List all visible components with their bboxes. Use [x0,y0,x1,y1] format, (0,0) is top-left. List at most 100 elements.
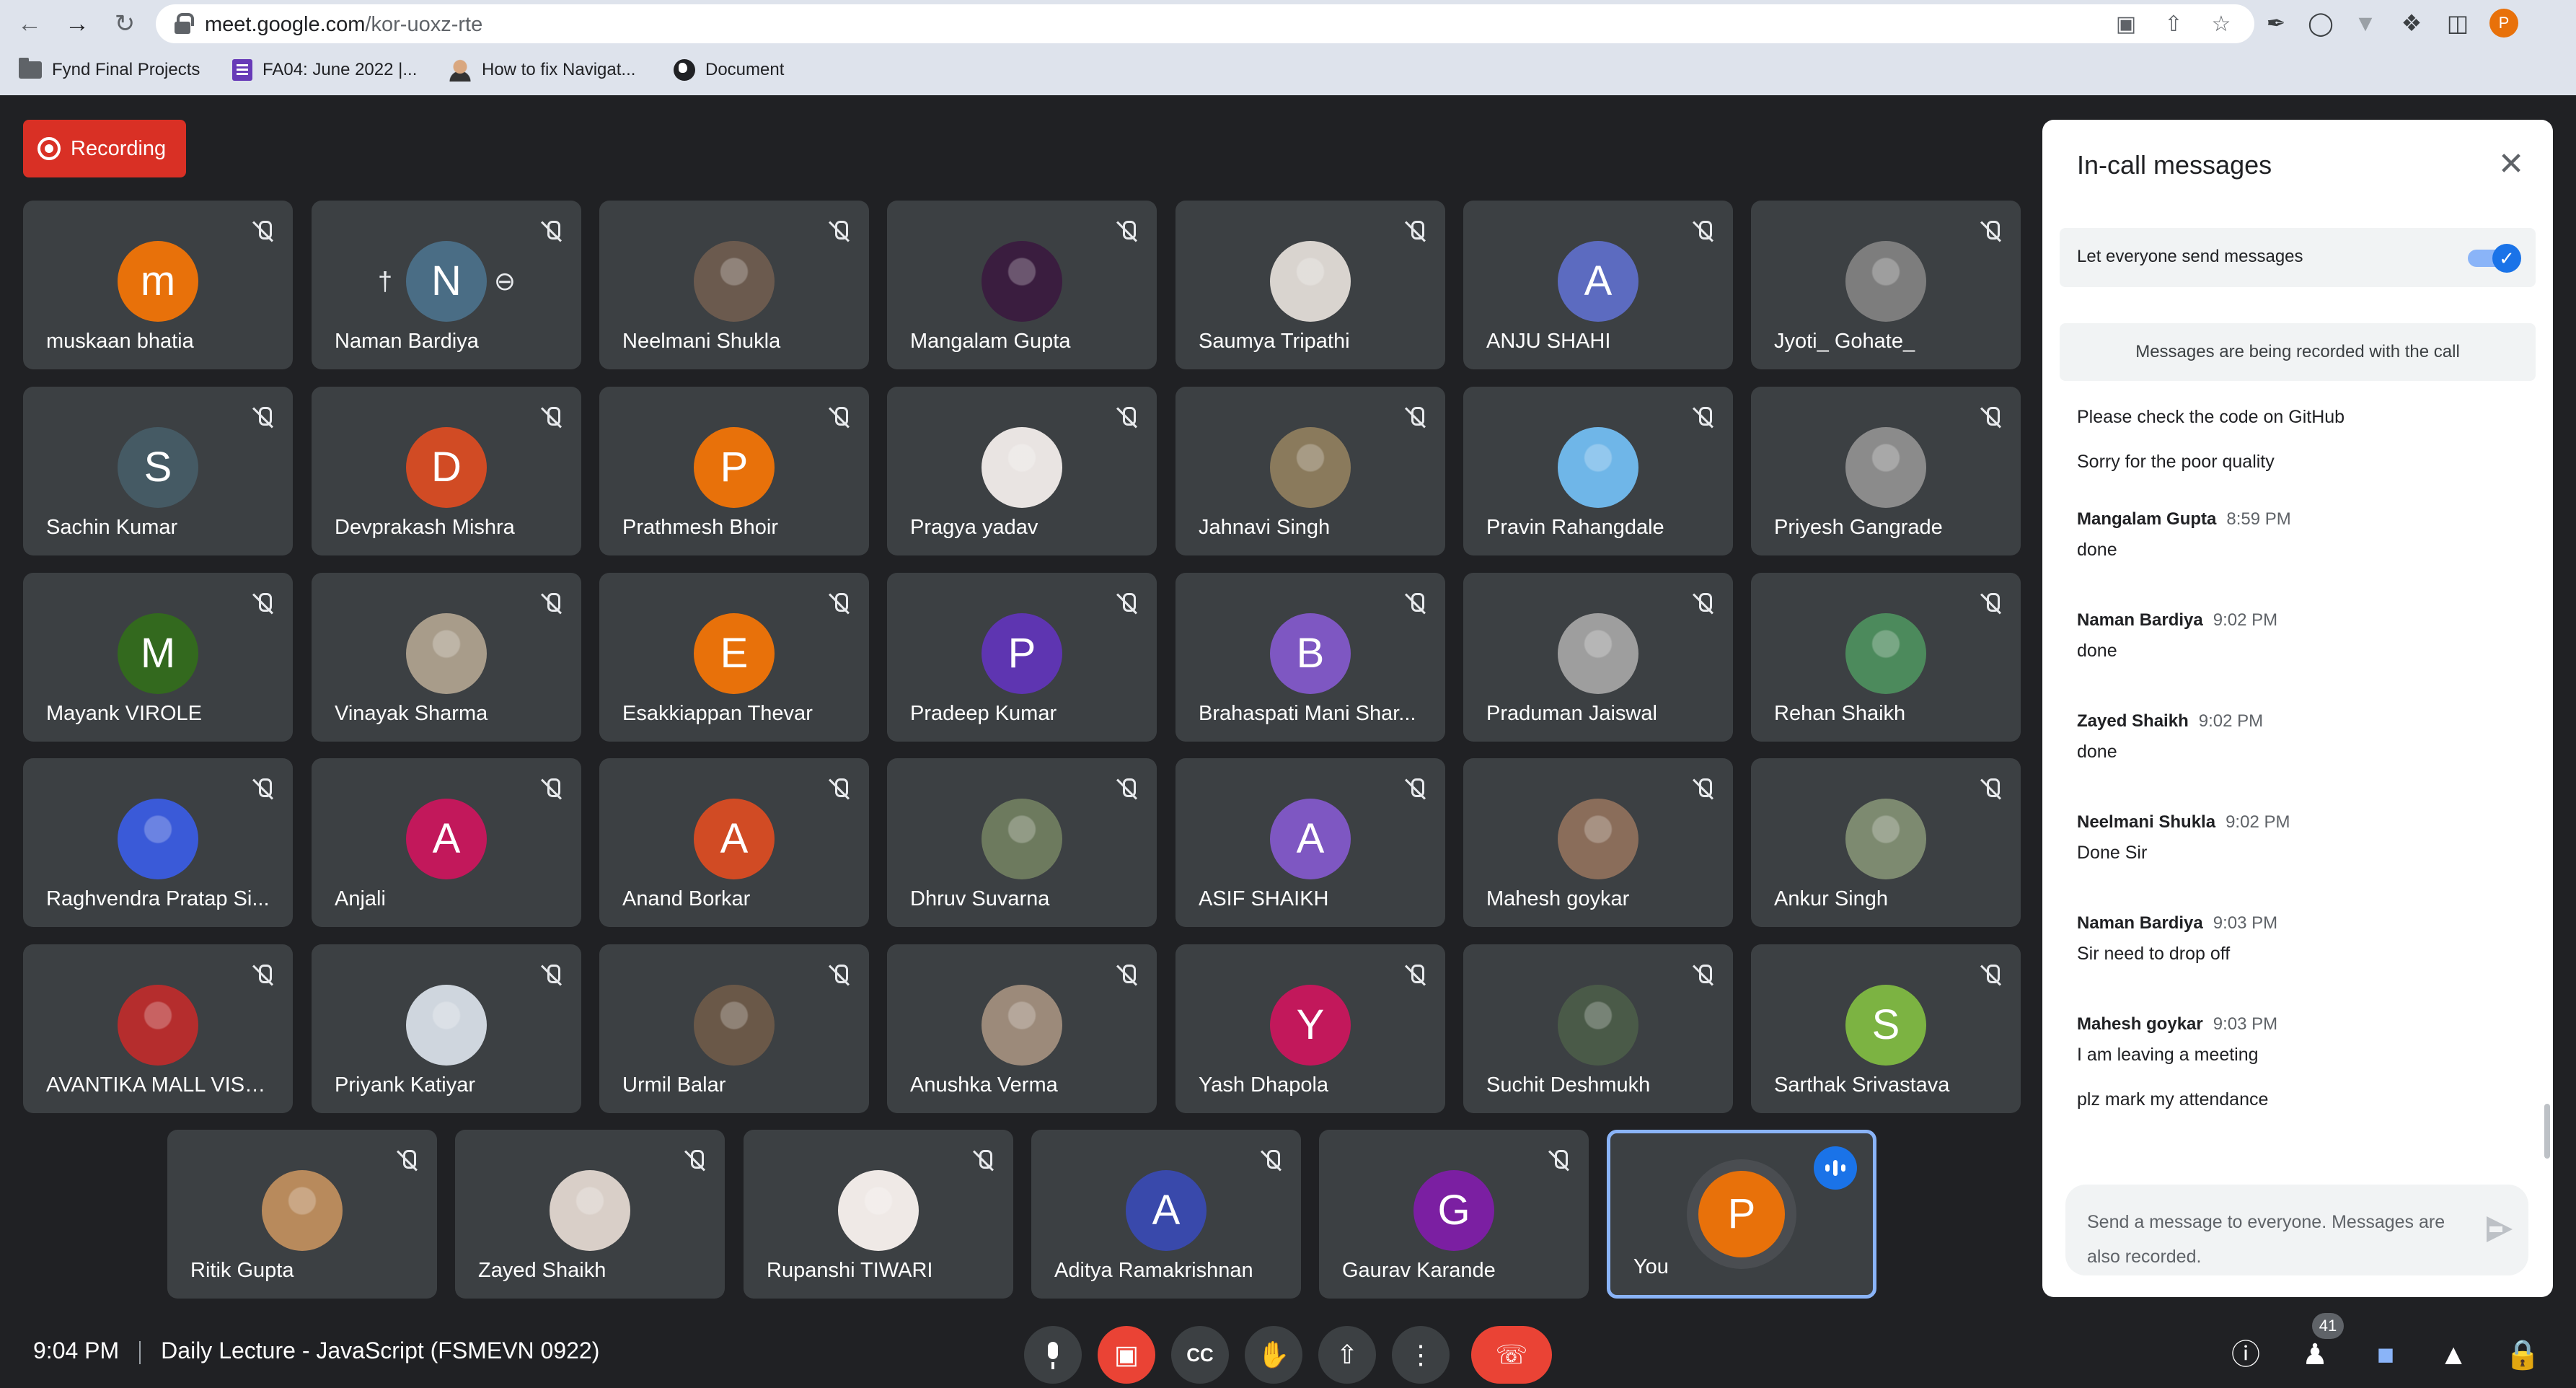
microphone-button[interactable] [1024,1326,1082,1384]
share-icon[interactable]: ⇧ [2161,12,2187,38]
participant-tile[interactable]: Rehan Shaikh [1751,573,2021,742]
participant-tile[interactable]: A Anand Borkar [599,758,869,927]
recording-dot-icon [38,137,61,160]
participant-tile[interactable]: Priyank Katiyar [312,944,581,1113]
participant-tile[interactable]: Suchit Deshmukh [1463,944,1733,1113]
participant-tile[interactable]: S Sachin Kumar [23,387,293,555]
address-bar-row: ← → ↻ meet.google.com/kor-uoxz-rte ▣ ⇧ ☆… [0,0,2576,48]
more-options-button[interactable]: ⋮ [1392,1326,1450,1384]
participant-tile[interactable]: Y Yash Dhapola [1175,944,1445,1113]
participant-tile[interactable]: Dhruv Suvarna [887,758,1157,927]
send-messages-toggle[interactable]: ✓ [2468,244,2521,273]
participant-tile[interactable]: Mahesh goykar [1463,758,1733,927]
remove-icon[interactable]: ⊖ [489,265,521,297]
participant-tile[interactable]: Priyesh Gangrade [1751,387,2021,555]
participant-tile[interactable]: Raghvendra Pratap Si... [23,758,293,927]
participant-tile[interactable]: Jyoti_ Gohate_ [1751,201,2021,369]
participant-tile[interactable]: Urmil Balar [599,944,869,1113]
bookmark-fa04[interactable]: FA04: June 2022 |... [232,58,417,82]
url-text[interactable]: meet.google.com/kor-uoxz-rte [205,13,482,37]
participant-tile[interactable]: Praduman Jaiswal [1463,573,1733,742]
profile-avatar[interactable]: P [2489,9,2518,38]
side-panel-icon[interactable]: ◫ [2443,9,2472,38]
participant-photo [406,613,487,694]
back-arrow-icon[interactable]: ← [14,9,45,39]
participant-tile[interactable]: A Anjali [312,758,581,927]
participant-tile[interactable]: Zayed Shaikh [455,1130,725,1299]
message-list[interactable]: You 8:59 PM Please check the code on GitHu… [2042,392,2553,1270]
participant-tile[interactable]: Pravin Rahangdale [1463,387,1733,555]
participant-tile[interactable]: Jahnavi Singh [1175,387,1445,555]
participant-tile[interactable]: Rupanshi TIWARI [744,1130,1013,1299]
message-input[interactable]: Send a message to everyone. Messages are… [2087,1205,2476,1274]
participant-tile[interactable]: M Mayank VIROLE [23,573,293,742]
participant-tile[interactable]: AVANTIKA MALL VISH... [23,944,293,1113]
bookmark-how-to-fix[interactable]: How to fix Navigat... [449,58,635,82]
mic-off-icon [1115,777,1139,801]
send-icon[interactable] [2482,1213,2514,1245]
participant-tile[interactable]: P Pradeep Kumar [887,573,1157,742]
participant-tile[interactable]: m muskaan bhatia [23,201,293,369]
reload-icon[interactable]: ↻ [110,9,140,39]
bookmark-document[interactable]: Document [674,58,784,82]
mic-off-icon [1403,405,1428,430]
mic-off-icon [827,963,852,988]
participant-avatar: A [1270,799,1351,879]
participant-tile[interactable]: Mangalam Gupta [887,201,1157,369]
participant-avatar: S [118,427,198,508]
participant-name: Priyesh Gangrade [1774,516,1943,539]
recording-indicator[interactable]: Recording [23,120,186,177]
participant-tile[interactable]: Anushka Verma [887,944,1157,1113]
mic-off-icon [539,963,564,988]
captions-button[interactable]: CC [1171,1326,1229,1384]
vue-extension-icon[interactable]: ▼ [2351,9,2380,38]
participant-tile[interactable]: P Prathmesh Bhoir [599,387,869,555]
extension-circle-icon[interactable]: ◯ [2306,9,2335,38]
participant-name: Saumya Tripathi [1199,330,1350,353]
participant-tile[interactable]: Neelmani Shukla [599,201,869,369]
eyedropper-extension-icon[interactable]: ✒ [2262,9,2290,38]
mic-off-icon [251,963,275,988]
camera-off-button[interactable]: ▣ [1098,1326,1155,1384]
participant-tile[interactable]: E Esakkiappan Thevar [599,573,869,742]
lock-icon[interactable] [175,13,194,35]
participant-tile[interactable]: N † ⊖ Naman Bardiya [312,201,581,369]
message-scrollbar[interactable] [2544,1104,2550,1159]
participant-name: Pravin Rahangdale [1486,516,1664,539]
participant-tile[interactable]: Saumya Tripathi [1175,201,1445,369]
participant-tile[interactable]: A ASIF SHAIKH [1175,758,1445,927]
participant-tile[interactable]: D Devprakash Mishra [312,387,581,555]
message-composer[interactable]: Send a message to everyone. Messages are… [2065,1185,2528,1275]
participant-tile[interactable]: A Aditya Ramakrishnan [1031,1130,1301,1299]
pin-icon[interactable]: † [369,265,401,297]
participant-tile[interactable]: G Gaurav Karande [1319,1130,1589,1299]
activities-button[interactable]: ▲ [2433,1332,2474,1378]
participant-photo [982,241,1062,322]
puzzle-extensions-icon[interactable]: ❖ [2397,9,2426,38]
bookmark-fynd-final-projects[interactable]: Fynd Final Projects [19,58,200,82]
participant-tile[interactable]: Pragya yadav [887,387,1157,555]
present-screen-button[interactable]: ⇧ [1318,1326,1376,1384]
participant-tile[interactable]: P You [1607,1130,1876,1299]
host-controls-button[interactable]: 🔒 [2502,1332,2543,1378]
participant-tile[interactable]: S Sarthak Srivastava [1751,944,2021,1113]
meeting-details-button[interactable]: ⓘ [2226,1332,2266,1378]
bookmark-star-icon[interactable]: ☆ [2208,12,2234,38]
camera-in-use-icon[interactable]: ▣ [2113,12,2139,38]
forward-arrow-icon[interactable]: → [62,9,92,39]
chat-button[interactable]: ■ [2365,1332,2406,1378]
participant-name: Dhruv Suvarna [910,887,1050,910]
bookmark-label: How to fix Navigat... [482,60,636,79]
more-vert-icon: ⋮ [1408,1340,1434,1369]
participant-tile[interactable]: B Brahaspati Mani Shar... [1175,573,1445,742]
participant-tile[interactable]: Ankur Singh [1751,758,2021,927]
leave-call-button[interactable]: ☏ [1471,1326,1552,1384]
close-icon[interactable]: ✕ [2495,149,2527,180]
raise-hand-button[interactable]: ✋ [1245,1326,1302,1384]
participant-count-badge: 41 [2312,1313,2344,1339]
message-text: Done Sir [2077,843,2148,863]
address-bar[interactable]: meet.google.com/kor-uoxz-rte ▣ ⇧ ☆ [156,4,2254,43]
participant-tile[interactable]: A ANJU SHAHI [1463,201,1733,369]
participant-tile[interactable]: Vinayak Sharma [312,573,581,742]
participant-tile[interactable]: Ritik Gupta [167,1130,437,1299]
